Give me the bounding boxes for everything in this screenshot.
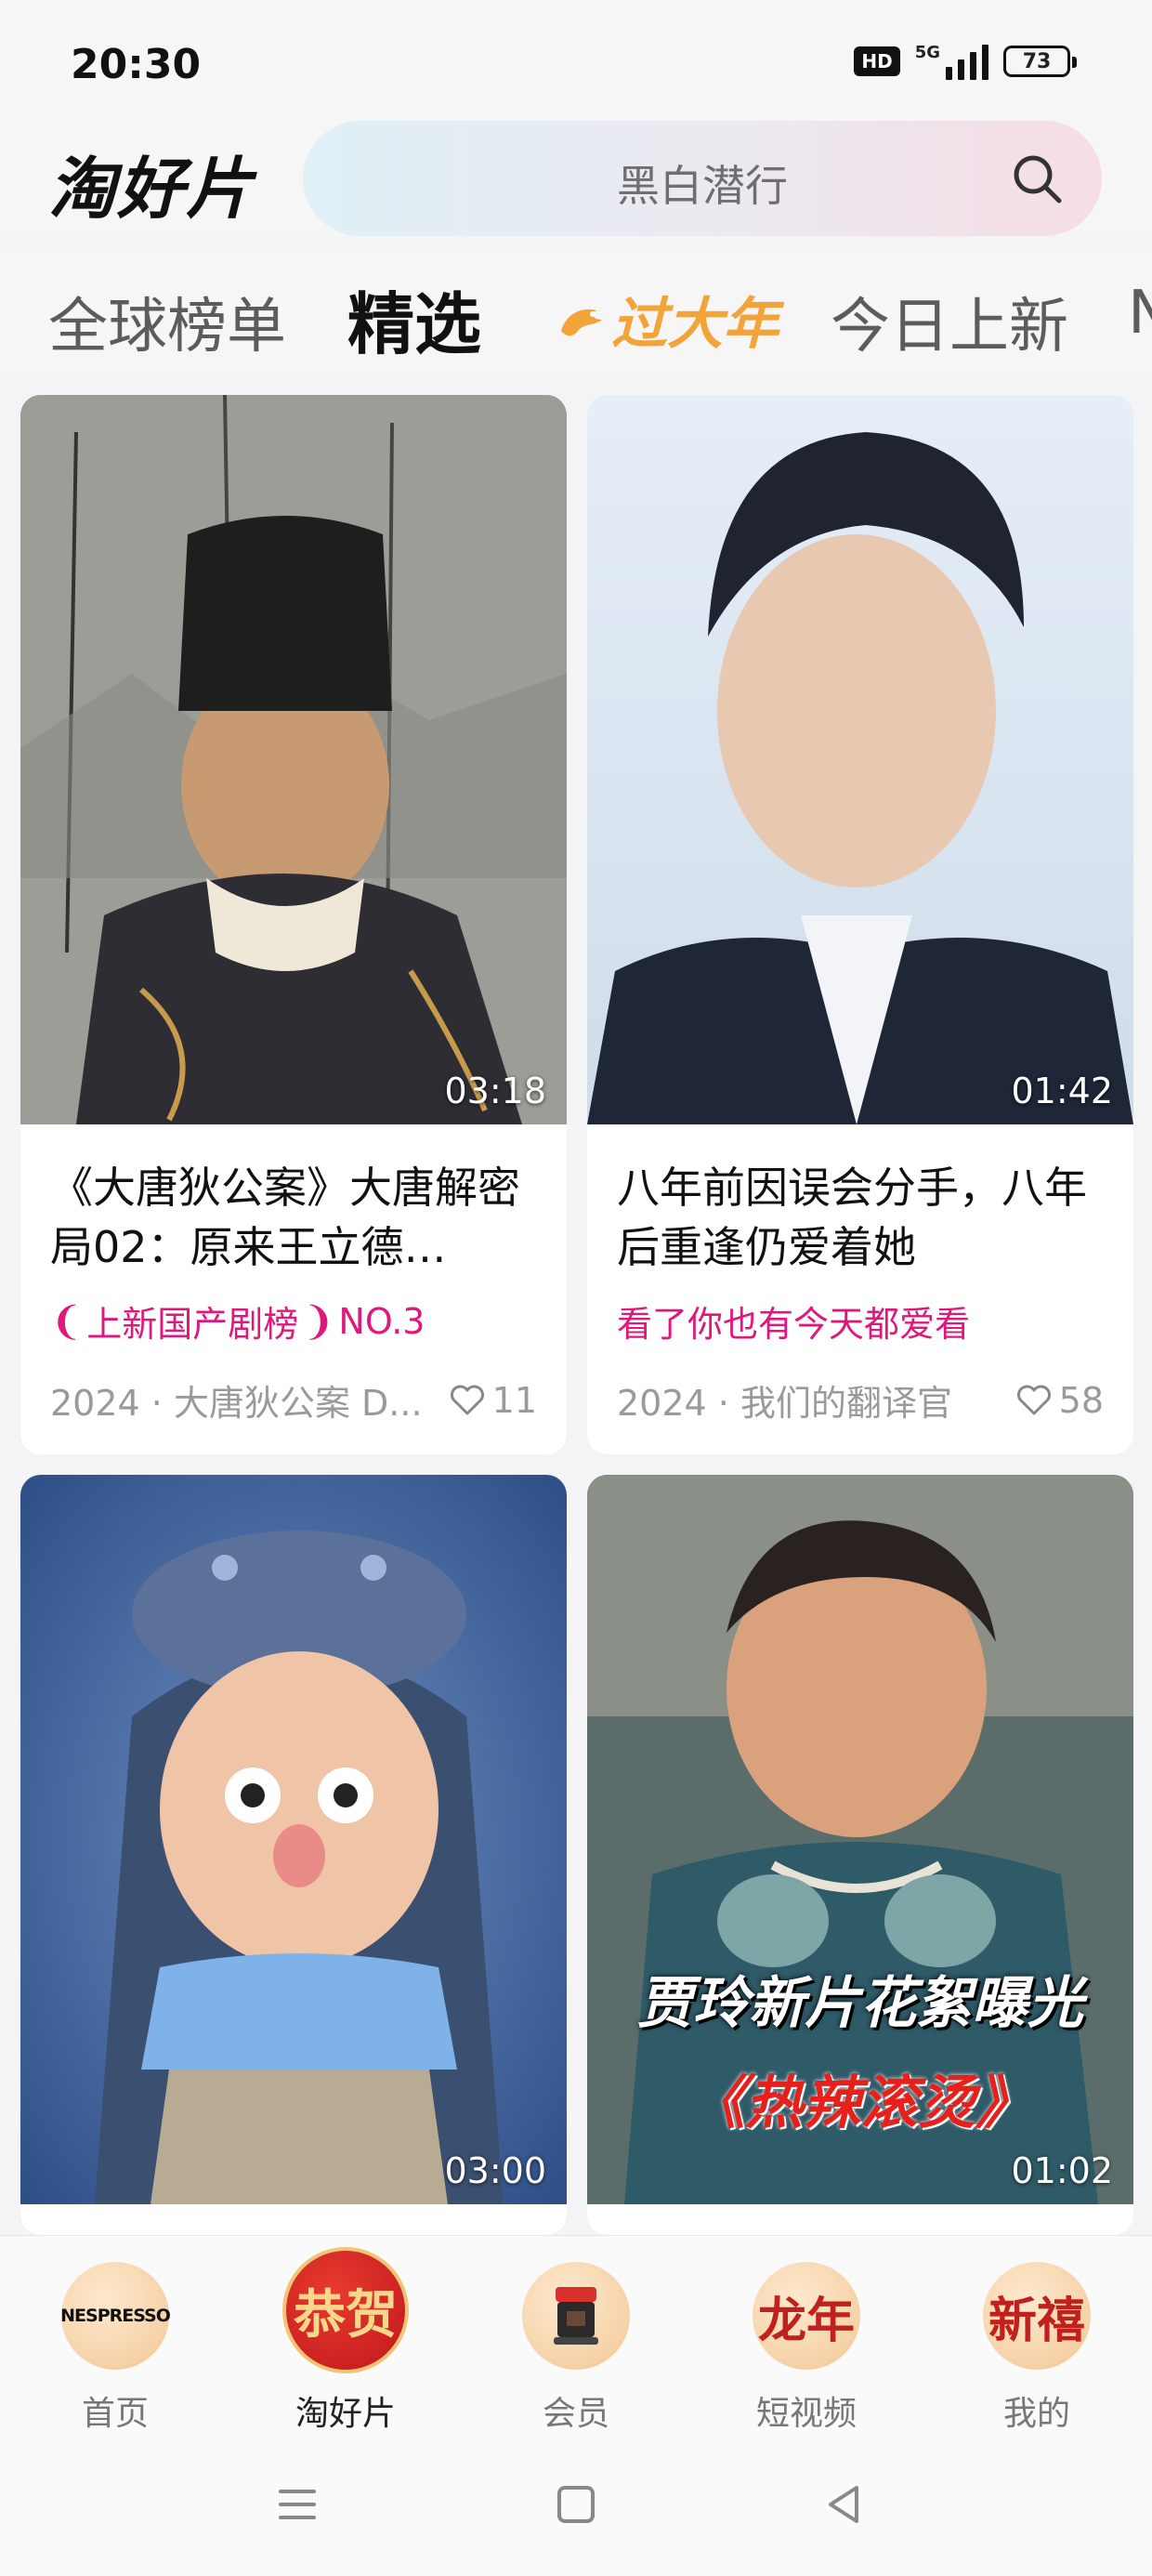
video-card[interactable]: 01:42 八年前因误会分手，八年后重逢仍爱着她 看了你也有今天都爱看 2024…: [587, 395, 1133, 1454]
home-badge-text: NESPRESSO: [60, 2306, 171, 2326]
signal-icon: 5G: [915, 43, 988, 80]
thumbnail-art: [587, 395, 1133, 1124]
app-header: 淘好片 黑白潜行: [0, 121, 1152, 236]
hd-badge: HD: [854, 46, 900, 76]
thumbnail-art: [20, 395, 567, 1124]
status-time: 20:30: [71, 41, 202, 88]
tab-featured[interactable]: 精选: [347, 269, 481, 367]
thumbnail-caption: 贾玲新片花絮曝光 《热辣滚烫》: [587, 1958, 1133, 2139]
nav-member[interactable]: 会员: [461, 2236, 691, 2440]
home-square-icon[interactable]: [548, 2477, 604, 2532]
back-icon[interactable]: [818, 2477, 873, 2532]
heart-icon: [450, 1385, 484, 1414]
video-meta: 2024 · 大唐狄公案 D... 11: [50, 1374, 537, 1426]
search-bar[interactable]: 黑白潜行: [303, 121, 1102, 236]
nav-short-video-label: 短视频: [755, 2395, 857, 2433]
status-icons: HD 5G 73: [854, 43, 1077, 80]
dragon-icon: [561, 309, 602, 335]
battery-icon: 73: [1003, 46, 1077, 77]
mine-badge-icon: 新禧: [983, 2262, 1091, 2370]
video-card[interactable]: 贾玲新片花絮曝光 《热辣滚烫》 01:02: [587, 1475, 1133, 2235]
tab-more[interactable]: N: [1128, 279, 1152, 348]
menu-icon[interactable]: [269, 2477, 325, 2532]
like-button[interactable]: 11: [450, 1380, 537, 1421]
ranking-tag-label: 上新国产剧榜: [86, 1304, 299, 1345]
system-nav-bar: [0, 2439, 1152, 2576]
heart-icon: [1016, 1385, 1051, 1414]
like-count: 11: [491, 1379, 537, 1421]
ranking-tag[interactable]: ❨ 上新国产剧榜 ❩ NO.3: [50, 1295, 537, 1347]
nav-short-video[interactable]: 龙年 短视频: [691, 2236, 922, 2440]
bottom-nav: NESPRESSO 首页 恭贺 淘好片 会员 龙年 短视频 新禧 我的: [0, 2235, 1152, 2440]
recommend-tag[interactable]: 看了你也有今天都爱看: [617, 1295, 1104, 1347]
member-badge-icon: [522, 2262, 630, 2370]
thumbnail-caption-line2: 《热辣滚烫》: [687, 2069, 1033, 2136]
home-badge-icon: NESPRESSO: [60, 2262, 171, 2370]
short-video-badge-text: 龙年: [757, 2292, 855, 2349]
video-thumbnail[interactable]: 01:42: [587, 395, 1133, 1124]
mine-badge-text: 新禧: [988, 2292, 1085, 2349]
search-icon[interactable]: [1009, 151, 1065, 206]
nav-taohaopian-label: 淘好片: [295, 2395, 396, 2433]
video-duration: 03:18: [444, 1071, 546, 1111]
category-tabs: 全球榜单 精选 过大年 今日上新 N: [0, 251, 1152, 372]
tab-global-charts[interactable]: 全球榜单: [48, 279, 286, 364]
app-logo: 淘好片: [48, 150, 255, 228]
nav-taohaopian[interactable]: 恭贺 淘好片: [230, 2236, 461, 2440]
like-button[interactable]: 58: [1016, 1380, 1104, 1421]
status-bar: 20:30 HD 5G 73: [0, 0, 1152, 121]
tab-new-year[interactable]: 过大年: [556, 279, 779, 360]
nav-mine[interactable]: 新禧 我的: [922, 2236, 1152, 2440]
video-title[interactable]: 《大唐狄公案》大唐解密局02：原来王立德…: [50, 1158, 537, 1277]
video-thumbnail[interactable]: 03:18: [20, 395, 567, 1124]
search-placeholder[interactable]: 黑白潜行: [303, 152, 1102, 214]
nav-home[interactable]: NESPRESSO 首页: [0, 2236, 230, 2440]
network-type: 5G: [914, 43, 940, 62]
taohaopian-badge-icon: 恭贺: [282, 2247, 409, 2373]
short-video-badge-icon: 龙年: [753, 2262, 860, 2370]
video-duration: 01:42: [1011, 1071, 1113, 1111]
video-thumbnail[interactable]: 贾玲新片花絮曝光 《热辣滚烫》 01:02: [587, 1475, 1133, 2204]
video-meta-text: 2024 · 我们的翻译官: [617, 1383, 952, 1424]
like-count: 58: [1058, 1379, 1104, 1421]
video-card[interactable]: 03:18 《大唐狄公案》大唐解密局02：原来王立德… ❨ 上新国产剧榜 ❩ N…: [20, 395, 567, 1454]
video-thumbnail[interactable]: 03:00: [20, 1475, 567, 2204]
video-meta: 2024 · 我们的翻译官 58: [617, 1374, 1104, 1426]
recommend-tag-label: 看了你也有今天都爱看: [617, 1304, 971, 1345]
video-title[interactable]: 八年前因误会分手，八年后重逢仍爱着她: [617, 1158, 1104, 1277]
video-duration: 03:00: [444, 2150, 546, 2191]
laurel-right-icon: ❩: [302, 1298, 335, 1344]
nav-home-label: 首页: [81, 2395, 149, 2433]
taohaopian-badge-text: 恭贺: [294, 2283, 398, 2346]
thumbnail-caption-line1: 贾玲新片花絮曝光: [637, 1971, 1083, 2036]
nav-mine-label: 我的: [1002, 2395, 1070, 2433]
nav-member-label: 会员: [542, 2395, 609, 2433]
video-card[interactable]: 03:00: [20, 1475, 567, 2235]
coffee-machine-icon: [554, 2287, 598, 2345]
thumbnail-art: [20, 1475, 567, 2204]
video-duration: 01:02: [1011, 2150, 1113, 2191]
tab-new-year-label: 过大年: [611, 292, 779, 357]
laurel-left-icon: ❨: [50, 1298, 84, 1344]
ranking-tag-rank: NO.3: [338, 1300, 425, 1342]
tab-today-new[interactable]: 今日上新: [831, 279, 1068, 364]
video-meta-text: 2024 · 大唐狄公案 D...: [50, 1383, 423, 1424]
